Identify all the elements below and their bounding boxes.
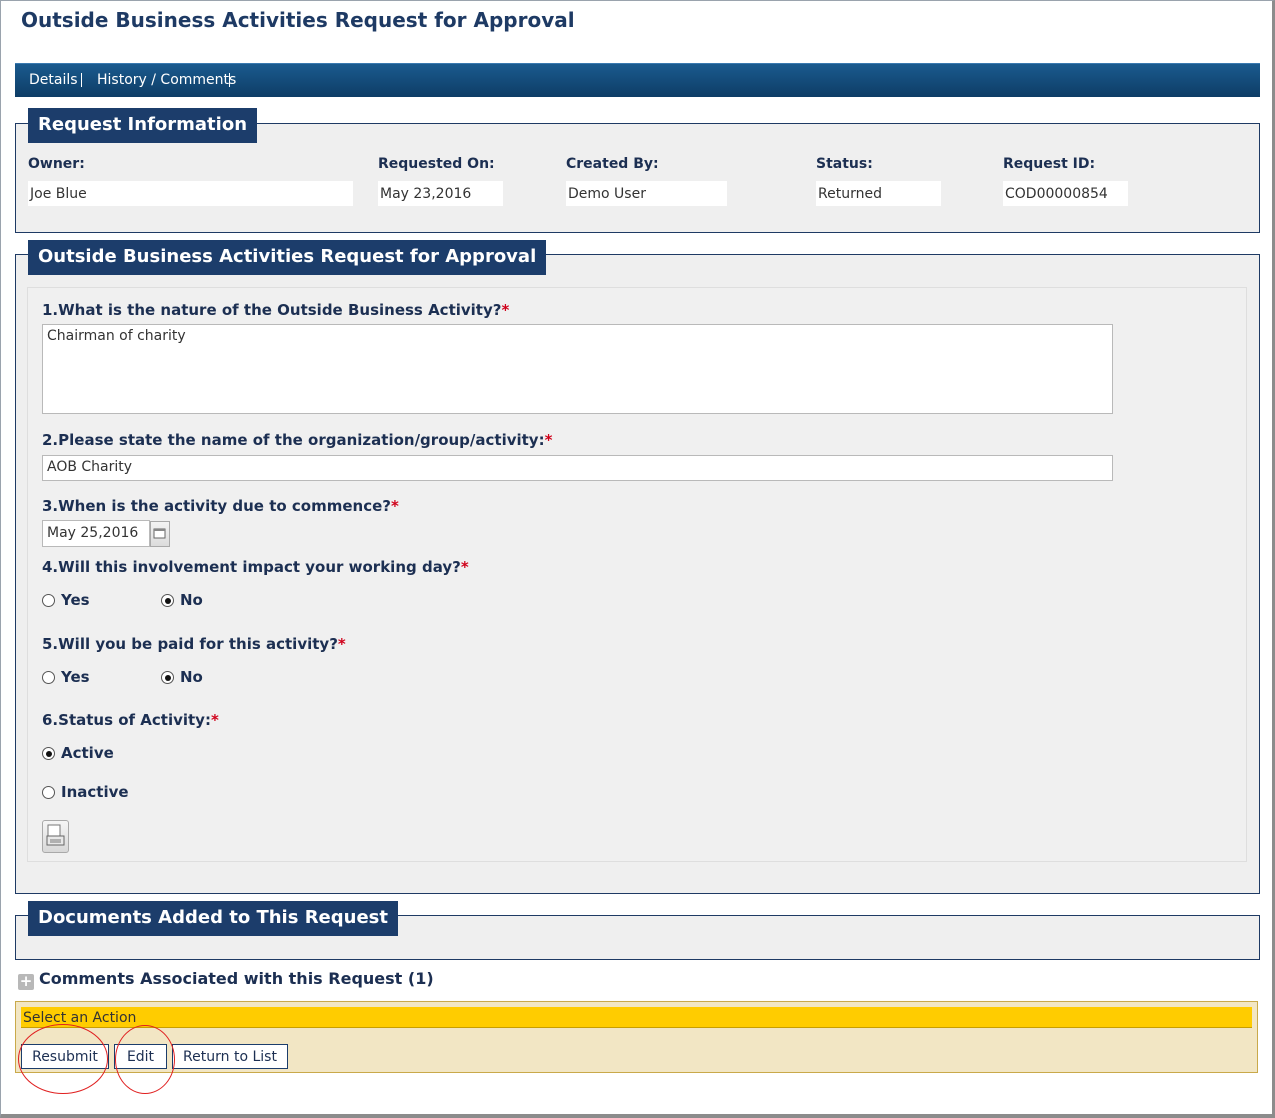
request-id-value: COD00000854 — [1003, 181, 1128, 206]
requested-on-label: Requested On: — [378, 156, 495, 172]
status-value: Returned — [816, 181, 941, 206]
radio-checked-icon[interactable] — [42, 747, 55, 760]
request-info-legend: Request Information — [28, 108, 258, 143]
request-id-label: Request ID: — [1003, 156, 1096, 172]
q6-option-active[interactable]: Active — [42, 744, 114, 762]
q4-option-yes[interactable]: Yes — [42, 591, 90, 609]
radio-checked-icon[interactable] — [161, 671, 174, 684]
q1-textarea[interactable]: Chairman of charity — [42, 324, 1113, 414]
return-to-list-button[interactable]: Return to List — [172, 1044, 288, 1069]
calendar-icon[interactable] — [150, 521, 170, 547]
required-marker: * — [337, 635, 346, 653]
tab-bar: Details History / Comments — [15, 63, 1260, 97]
owner-label: Owner: — [28, 156, 85, 172]
owner-value: Joe Blue — [28, 181, 353, 206]
q1-label: 1.What is the nature of the Outside Busi… — [42, 301, 510, 319]
annotation-circle-edit — [115, 1025, 175, 1094]
radio-icon[interactable] — [42, 594, 55, 607]
q6-option-inactive[interactable]: Inactive — [42, 783, 129, 801]
status-label: Status: — [816, 156, 873, 172]
expand-plus-icon[interactable]: + — [18, 974, 34, 990]
created-by-label: Created By: — [566, 156, 659, 172]
attach-document-icon[interactable] — [42, 820, 69, 853]
q3-date-input[interactable]: May 25,2016 — [42, 520, 150, 547]
radio-icon[interactable] — [42, 786, 55, 799]
page-title: Outside Business Activities Request for … — [21, 8, 575, 32]
q5-label: 5.Will you be paid for this activity?* — [42, 635, 346, 653]
q5-option-yes[interactable]: Yes — [42, 668, 90, 686]
documents-legend: Documents Added to This Request — [28, 901, 398, 936]
requested-on-value: May 23,2016 — [378, 181, 503, 206]
required-marker: * — [460, 558, 469, 576]
required-marker: * — [390, 497, 399, 515]
q3-label: 3.When is the activity due to commence?* — [42, 497, 399, 515]
annotation-circle-resubmit — [18, 1024, 108, 1094]
q2-input[interactable]: AOB Charity — [42, 455, 1113, 481]
q4-option-no[interactable]: No — [161, 591, 203, 609]
required-marker: * — [210, 711, 219, 729]
comments-heading[interactable]: Comments Associated with this Request (1… — [39, 969, 434, 988]
q5-option-no[interactable]: No — [161, 668, 203, 686]
required-marker: * — [544, 431, 553, 449]
radio-icon[interactable] — [42, 671, 55, 684]
tab-divider — [229, 73, 230, 87]
tab-history-comments[interactable]: History / Comments — [97, 72, 236, 88]
required-marker: * — [501, 301, 510, 319]
created-by-value: Demo User — [566, 181, 727, 206]
radio-checked-icon[interactable] — [161, 594, 174, 607]
form-legend: Outside Business Activities Request for … — [28, 240, 547, 275]
tab-divider — [81, 73, 82, 87]
tab-details[interactable]: Details — [29, 72, 78, 88]
select-action-header: Select an Action — [21, 1007, 1252, 1028]
q4-label: 4.Will this involvement impact your work… — [42, 558, 469, 576]
q6-label: 6.Status of Activity:* — [42, 711, 219, 729]
q2-label: 2.Please state the name of the organizat… — [42, 431, 553, 449]
